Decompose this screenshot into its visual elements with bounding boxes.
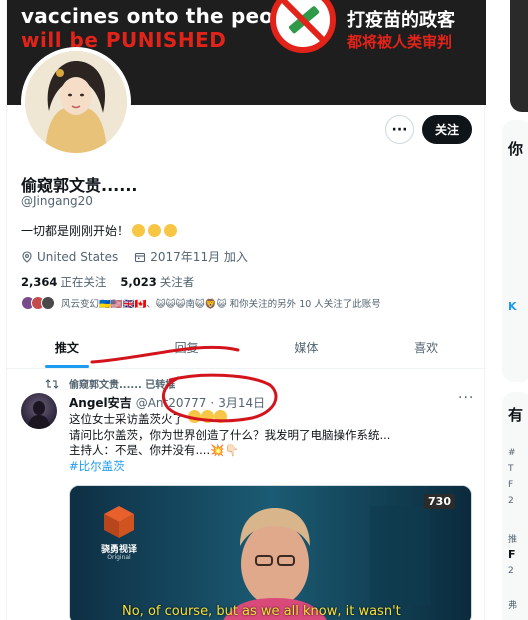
- follow-counts: 2,364 正在关注 5,023 关注者: [21, 274, 194, 290]
- trend-fragment[interactable]: 2: [508, 566, 514, 576]
- tweet-video[interactable]: 骁勇视译 Original 730 No, of course, but as …: [69, 485, 472, 620]
- tweet-date[interactable]: 3月14日: [218, 394, 265, 411]
- tab-likes[interactable]: 喜欢: [366, 326, 486, 368]
- profile-avatar[interactable]: [21, 47, 131, 157]
- profile-display-name: 偷窥郭文贵......: [21, 176, 138, 195]
- profile-meta: United States 2017年11月 加入: [21, 248, 248, 265]
- follow-button[interactable]: 关注: [422, 115, 472, 144]
- no-syringe-icon: [270, 0, 336, 53]
- video-subtitle: No, of course, but as we all know, it wa…: [122, 604, 401, 619]
- bio-text: 一切都是刚刚开始！: [21, 224, 130, 238]
- joined-text: 2017年11月 加入: [150, 250, 248, 264]
- clap-emoji-icon: [200, 410, 214, 423]
- tab-replies[interactable]: 回复: [127, 326, 247, 368]
- tweet-text: 这位女士采访盖茨火了 请问比尔盖茨，你为世界创造了什么？我发明了电脑操作系统..…: [69, 410, 469, 474]
- profile-tabs: 推文 回复 媒体 喜欢: [7, 326, 486, 369]
- sidebar-heading: 有: [508, 406, 524, 424]
- right-sidebar: 你 K 有 # T F 2 推 F 2 弗: [486, 0, 528, 620]
- profile-column: vaccines onto the people will be PUNISHE…: [6, 0, 486, 620]
- avatar-portrait: [25, 51, 127, 153]
- tweet-header: Angel安吉 @Ant20777 · 3月14日: [69, 394, 265, 411]
- more-options-button[interactable]: ···: [385, 115, 414, 144]
- tweet-date-separator: ·: [210, 395, 215, 410]
- trend-fragment[interactable]: F: [508, 548, 516, 561]
- followers-link[interactable]: 5,023 关注者: [120, 274, 194, 290]
- sidebar-text-fragment[interactable]: K: [508, 300, 517, 313]
- avatar: [41, 296, 55, 310]
- trend-fragment[interactable]: 2: [508, 496, 514, 506]
- calendar-icon: [135, 252, 146, 262]
- location-pin-icon: [22, 250, 32, 263]
- banner-cn-line1: 打疫苗的政客: [347, 10, 455, 31]
- watermark-subtext: Original: [107, 554, 131, 561]
- tweet-text-line: 这位女士采访盖茨火了: [69, 410, 469, 428]
- location-text: United States: [37, 249, 119, 264]
- trend-fragment[interactable]: #: [508, 448, 516, 458]
- profile-location: United States: [21, 250, 118, 264]
- trends-card: 有 # T F 2 推 F 2 弗: [502, 392, 528, 620]
- followers-count: 5,023: [120, 275, 157, 289]
- fist-emoji-icon: [148, 224, 162, 237]
- trend-fragment[interactable]: 推: [508, 532, 517, 545]
- fist-emoji-icon: [164, 224, 178, 237]
- known-follower-avatars: [21, 296, 55, 310]
- tweet-hashtag[interactable]: #比尔盖茨: [69, 459, 469, 475]
- profile-joined: 2017年11月 加入: [134, 248, 248, 265]
- following-link[interactable]: 2,364 正在关注: [21, 274, 106, 290]
- banner-text-line1: vaccines onto the people: [21, 4, 309, 28]
- followers-you-know-text: 风云变幻🇺🇦🇺🇸🇬🇧🇨🇦、😺😺😺南😺🦁😺 和你关注的另外 10 人关注了此账号: [61, 299, 381, 310]
- trend-fragment[interactable]: T: [508, 464, 514, 474]
- tweet-author-name[interactable]: Angel安吉: [69, 394, 132, 411]
- tab-tweets[interactable]: 推文: [7, 326, 127, 368]
- followers-you-know[interactable]: 风云变幻🇺🇦🇺🇸🇬🇧🇨🇦、😺😺😺南😺🦁😺 和你关注的另外 10 人关注了此账号: [21, 296, 381, 310]
- video-watermark-logo: 骁勇视译 Original: [90, 502, 148, 561]
- followers-label: 关注者: [159, 275, 195, 289]
- tab-media[interactable]: 媒体: [247, 326, 367, 368]
- tweet-author-avatar[interactable]: [21, 393, 57, 429]
- tweet-text-line-2: 请问比尔盖茨，你为世界创造了什么？我发明了电脑操作系统...: [69, 427, 391, 442]
- tweet-text-line-3: 主持人：不是、你并没有....💥👇🏻: [69, 443, 239, 457]
- tweet-author-handle[interactable]: @Ant20777: [136, 396, 207, 410]
- channel-badge: 730: [424, 494, 455, 509]
- cube-logo-icon: [104, 506, 134, 538]
- tweet[interactable]: 偷窥郭文贵...... 已转推 Angel安吉 @Ant20777 · 3月14…: [7, 370, 486, 620]
- retweet-by-text: 偷窥郭文贵...... 已转推: [69, 380, 176, 391]
- media-thumbnail[interactable]: [510, 0, 528, 112]
- fist-emoji-icon: [132, 224, 146, 237]
- clap-emoji-icon: [213, 410, 227, 423]
- sidebar-heading: 你: [508, 140, 524, 158]
- retweet-indicator: 偷窥郭文贵...... 已转推: [45, 376, 175, 391]
- following-count: 2,364: [21, 275, 58, 289]
- tweet-text-line-1: 这位女士采访盖茨火了: [69, 412, 184, 426]
- twitter-profile-page: vaccines onto the people will be PUNISHE…: [0, 0, 528, 620]
- profile-bio: 一切都是刚刚开始！: [21, 222, 178, 239]
- retweet-icon: [45, 378, 59, 389]
- clap-emoji-icon: [187, 410, 201, 423]
- following-label: 正在关注: [60, 275, 107, 289]
- avatar-silhouette: [27, 401, 51, 429]
- tweet-more-icon[interactable]: ···: [458, 390, 474, 406]
- banner-text-line2: will be PUNISHED: [21, 28, 227, 52]
- trend-fragment[interactable]: 弗: [508, 598, 517, 611]
- profile-handle: @Jingang20: [21, 194, 93, 208]
- banner-cn-line2: 都将被人类审判: [347, 33, 453, 51]
- who-to-follow-card: 你 K: [502, 120, 528, 382]
- trend-fragment[interactable]: F: [508, 480, 513, 490]
